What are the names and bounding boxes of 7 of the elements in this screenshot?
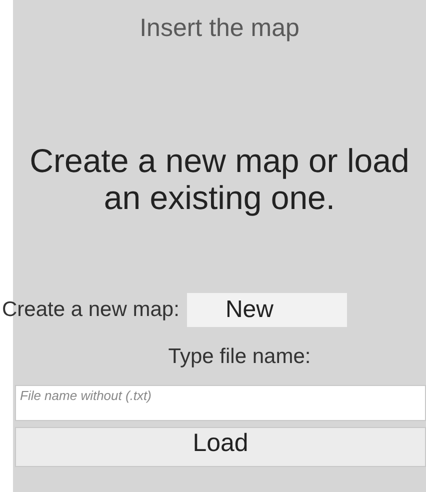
new-map-label: Create a new map: [2, 298, 180, 322]
load-button[interactable]: Load [15, 426, 426, 467]
new-button[interactable]: New [187, 292, 348, 327]
instruction-text: Create a new map or load an existing one. [28, 143, 410, 217]
screen-title: Insert the map [140, 14, 300, 43]
file-name-label: Type file name: [168, 344, 311, 369]
file-name-field[interactable]: File name without (.txt) [15, 384, 426, 421]
